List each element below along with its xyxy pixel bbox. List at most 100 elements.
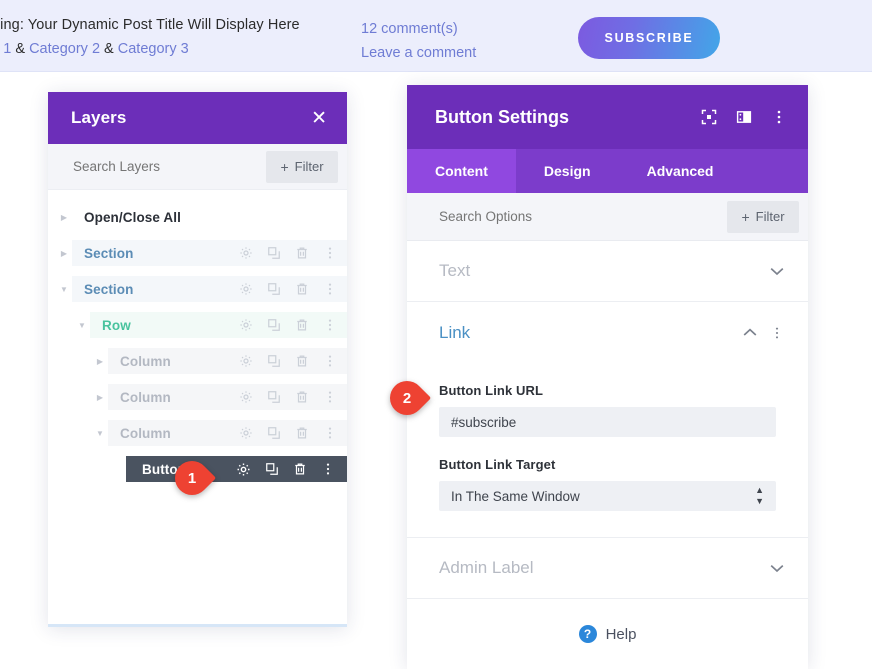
more-vertical-icon[interactable] — [770, 326, 784, 340]
tree-row-open-close-all[interactable]: ▶ Open/Close All — [48, 204, 347, 230]
settings-tabs: Content Design Advanced — [407, 149, 808, 193]
more-vertical-icon[interactable] — [323, 390, 337, 404]
chevron-up-icon[interactable] — [743, 328, 757, 337]
duplicate-icon[interactable] — [267, 426, 281, 440]
more-vertical-icon[interactable] — [323, 246, 337, 260]
layer-row-actions — [236, 462, 335, 477]
more-vertical-icon[interactable] — [323, 282, 337, 296]
category-separator-1: & — [11, 41, 30, 57]
layer-row-actions — [239, 426, 337, 440]
trash-icon[interactable] — [295, 354, 309, 368]
duplicate-icon[interactable] — [267, 354, 281, 368]
duplicate-icon[interactable] — [267, 318, 281, 332]
trash-icon[interactable] — [295, 318, 309, 332]
page-preview-bar: ding: Your Dynamic Post Title Will Displ… — [0, 0, 872, 72]
layer-row-actions — [239, 318, 337, 332]
leave-a-comment-link[interactable]: Leave a comment — [361, 41, 476, 65]
plus-icon: + — [280, 158, 289, 175]
layers-search-bar: + Filter — [48, 144, 347, 190]
plus-icon: + — [741, 208, 750, 225]
tree-row-column-2[interactable]: ▶ Column — [48, 384, 347, 410]
layout-panel-icon[interactable] — [736, 109, 752, 125]
trash-icon[interactable] — [295, 390, 309, 404]
trash-icon[interactable] — [295, 426, 309, 440]
tab-design[interactable]: Design — [516, 149, 619, 193]
more-vertical-icon[interactable] — [323, 354, 337, 368]
trash-icon[interactable] — [293, 462, 307, 476]
tree-row-column-1[interactable]: ▶ Column — [48, 348, 347, 374]
layers-filter-button[interactable]: + Filter — [266, 150, 338, 183]
options-filter-button[interactable]: + Filter — [727, 200, 799, 233]
close-icon[interactable]: ✕ — [311, 109, 327, 128]
duplicate-icon[interactable] — [267, 246, 281, 260]
gear-icon[interactable] — [239, 318, 253, 332]
chevron-down-icon[interactable]: ▼ — [74, 321, 90, 330]
layers-panel-title: Layers — [71, 108, 127, 127]
layer-label: Column — [120, 353, 171, 369]
tree-row-column-3[interactable]: ▼ Column — [48, 420, 347, 446]
more-vertical-icon[interactable] — [321, 462, 335, 476]
tab-content[interactable]: Content — [407, 149, 516, 193]
duplicate-icon[interactable] — [267, 390, 281, 404]
more-vertical-icon[interactable] — [323, 318, 337, 332]
more-vertical-icon[interactable] — [323, 426, 337, 440]
chevron-down-icon[interactable] — [770, 564, 784, 573]
accordion-link-title: Link — [439, 322, 471, 342]
duplicate-icon[interactable] — [265, 462, 279, 476]
search-layers-input[interactable] — [73, 159, 266, 174]
help-label: Help — [605, 625, 637, 643]
tree-row-row[interactable]: ▼ Row — [48, 312, 347, 338]
layer-label: Section — [84, 281, 134, 297]
post-meta: 12 comment(s) Leave a comment — [361, 17, 476, 65]
callout-marker-1: 1 — [167, 453, 223, 503]
layer-row-actions — [239, 354, 337, 368]
layer-label: Row — [102, 317, 131, 333]
tree-row-section-2[interactable]: ▼ Section — [48, 276, 347, 302]
trash-icon[interactable] — [295, 282, 309, 296]
layer-label: Column — [120, 425, 171, 441]
accordion-link-body: Button Link URL Button Link Target In Th… — [407, 363, 808, 538]
chevron-down-icon[interactable] — [770, 267, 784, 276]
accordion-text[interactable]: Text — [407, 241, 808, 302]
chevron-down-icon[interactable]: ▼ — [56, 285, 72, 294]
button-link-target-select[interactable]: In The Same Window — [439, 481, 776, 511]
chevron-right-icon[interactable]: ▶ — [92, 393, 108, 402]
search-options-input[interactable] — [439, 209, 727, 224]
layer-row-actions — [239, 390, 337, 404]
field-button-link-target: Button Link Target In The Same Window ▲ ▼ — [439, 437, 776, 511]
accordion-link[interactable]: Link — [407, 302, 808, 363]
chevron-right-icon[interactable]: ▶ — [92, 357, 108, 366]
tab-advanced[interactable]: Advanced — [619, 149, 742, 193]
help-button[interactable]: ? Help — [407, 599, 808, 669]
callout-marker-2: 2 — [382, 373, 438, 423]
gear-icon[interactable] — [239, 354, 253, 368]
gear-icon[interactable] — [239, 246, 253, 260]
gear-icon[interactable] — [236, 462, 251, 477]
category-1-link[interactable]: y 1 — [0, 41, 11, 57]
more-vertical-icon[interactable] — [771, 109, 787, 125]
trash-icon[interactable] — [295, 246, 309, 260]
chevron-right-icon[interactable]: ▶ — [56, 249, 72, 258]
accordion-text-controls — [770, 267, 784, 276]
gear-icon[interactable] — [239, 426, 253, 440]
tree-row-section-1[interactable]: ▶ Section — [48, 240, 347, 266]
subscribe-button[interactable]: SUBSCRIBE — [578, 17, 720, 59]
gear-icon[interactable] — [239, 390, 253, 404]
chevron-right-icon[interactable]: ▶ — [56, 213, 72, 222]
category-2-link[interactable]: Category 2 — [29, 41, 100, 57]
gear-icon[interactable] — [239, 282, 253, 296]
layer-label: Section — [84, 245, 134, 261]
question-mark-icon: ? — [578, 625, 597, 643]
marker-number: 2 — [402, 389, 412, 407]
comments-count-link[interactable]: 12 comment(s) — [361, 17, 476, 41]
chevron-down-icon[interactable]: ▼ — [92, 429, 108, 438]
accordion-link-controls — [743, 326, 784, 340]
button-link-target-select-wrap: In The Same Window ▲ ▼ — [439, 481, 776, 511]
button-link-url-input[interactable] — [439, 407, 776, 437]
accordion-admin-label[interactable]: Admin Label — [407, 538, 808, 599]
fullscreen-icon[interactable] — [701, 109, 717, 125]
button-link-target-label: Button Link Target — [439, 457, 556, 472]
accordion-admin-label-controls — [770, 564, 784, 573]
duplicate-icon[interactable] — [267, 282, 281, 296]
category-3-link[interactable]: Category 3 — [118, 41, 189, 57]
